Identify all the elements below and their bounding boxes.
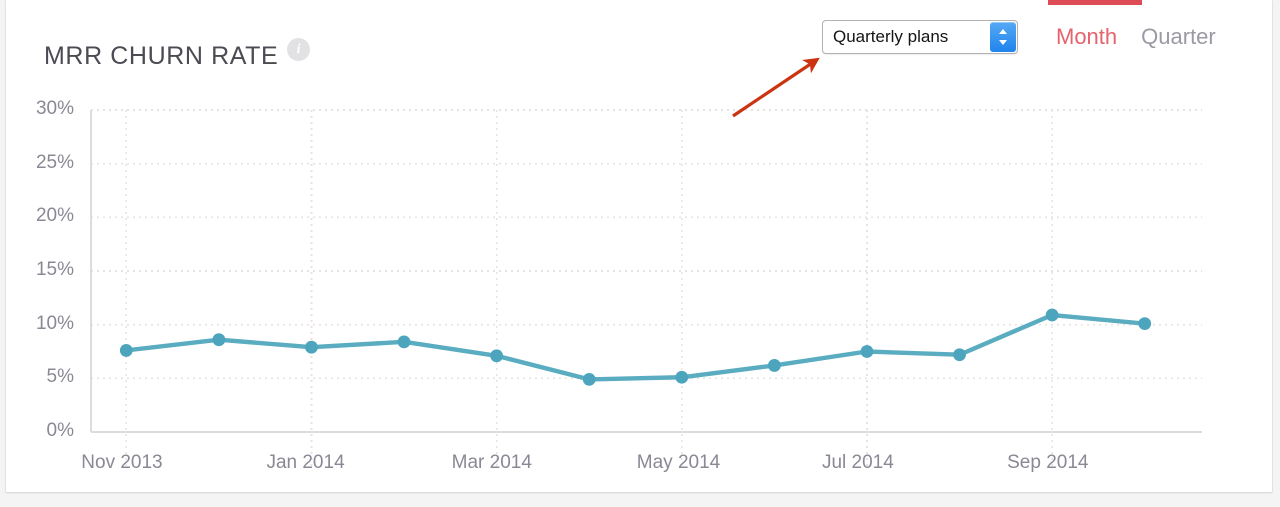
y-axis-tick-label: 15% — [35, 259, 74, 280]
y-axis-tick-label: 25% — [35, 151, 74, 173]
data-point[interactable]: Feb 2014: 8.4% — [397, 335, 411, 349]
data-point[interactable]: Apr 2014: 4.9% — [582, 373, 596, 386]
chart-plot-area: Nov 2013: 7.6% Dec 2013: 8.6% Jan 2014: 7.… — [6, 0, 1272, 492]
x-axis-tick-label: Nov 2013 — [81, 452, 163, 473]
data-point[interactable]: Jun 2014: 6.2% — [767, 359, 781, 372]
data-point[interactable]: Oct 2014: 10.1% — [1138, 317, 1152, 330]
line-chart: Nov 2013: 7.6% Dec 2013: 8.6% Jan 2014: 7.… — [90, 109, 1202, 470]
data-point[interactable]: Dec 2013: 8.6% — [212, 333, 226, 347]
y-axis-tick-label: 20% — [35, 205, 74, 227]
data-point[interactable]: Mar 2014: 7.1% — [490, 349, 504, 363]
y-axis-tick-label: 5% — [46, 366, 74, 388]
y-axis-tick-label: 0% — [46, 420, 74, 441]
active-tab-indicator — [1048, 0, 1142, 5]
x-axis-tick-label: Sep 2014 — [1007, 452, 1089, 473]
x-axis-tick-label: Mar 2014 — [451, 452, 532, 473]
data-point[interactable]: Nov 2013: 7.6% — [119, 344, 133, 357]
x-axis-tick-label: May 2014 — [636, 452, 721, 473]
data-point[interactable]: Sep 2014: 10.9% — [1045, 308, 1059, 322]
y-axis-tick-label: 10% — [35, 312, 74, 334]
x-axis-tick-label: Jul 2014 — [821, 452, 894, 473]
x-axis-tick-label: Jan 2014 — [266, 452, 345, 473]
mrr-churn-rate-card: MRR CHURN RATE Quarterly plans Month Qua… — [6, 0, 1272, 492]
data-point[interactable]: Jan 2014: 7.9% — [305, 340, 318, 354]
data-point[interactable]: May 2014: 5.1% — [675, 370, 689, 384]
data-point[interactable]: Jul 2014: 7.5% — [860, 345, 874, 358]
data-point[interactable]: Aug 2014: 7.2% — [953, 348, 966, 362]
y-axis-tick-label: 30% — [35, 98, 74, 119]
app-root: MRR CHURN RATE Quarterly plans Month Qua… — [0, 0, 1280, 507]
